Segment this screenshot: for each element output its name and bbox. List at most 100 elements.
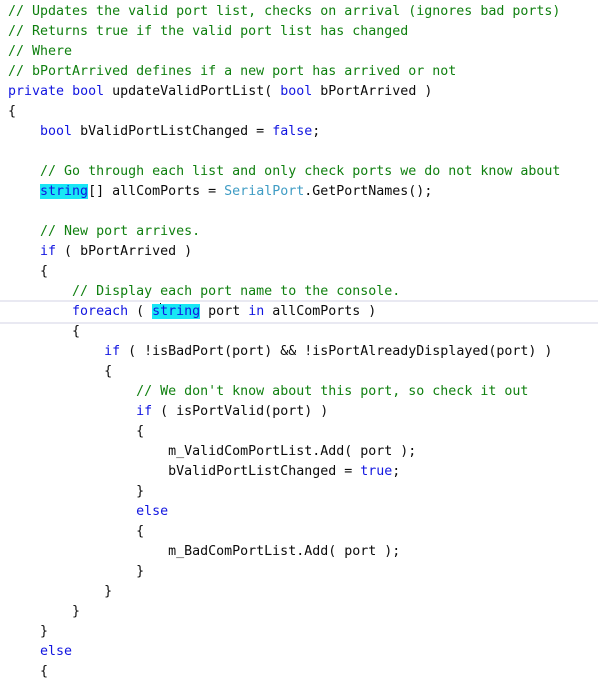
code-text: .GetPortNames(); bbox=[304, 184, 433, 199]
code-comment: // Returns true if the valid port list h… bbox=[8, 24, 409, 39]
code-text-area[interactable]: // Updates the valid port list, checks o… bbox=[0, 0, 598, 682]
code-line[interactable]: // Display each port name to the console… bbox=[0, 282, 598, 302]
code-line[interactable]: // bPortArrived defines if a new port ha… bbox=[0, 62, 598, 82]
code-keyword: bool bbox=[280, 84, 313, 99]
code-comment: // Display each port name to the console… bbox=[72, 284, 401, 299]
code-line[interactable] bbox=[0, 202, 598, 222]
code-text: updateValidPortList( bbox=[104, 84, 281, 99]
code-line[interactable]: // We don't know about this port, so che… bbox=[0, 382, 598, 402]
code-keyword: bool bbox=[40, 124, 73, 139]
code-text: ( !isBadPort(port) && !isPortAlreadyDisp… bbox=[120, 344, 553, 359]
code-keyword: else bbox=[40, 644, 73, 659]
code-text: m_BadComPortList.Add( port ); bbox=[8, 544, 401, 559]
code-comment: // Go through each list and only check p… bbox=[40, 164, 561, 179]
code-text: bPortArrived ) bbox=[312, 84, 433, 99]
code-line[interactable]: { bbox=[0, 422, 598, 442]
code-text: m_ValidComPortList.Add( port ); bbox=[8, 444, 417, 459]
code-line[interactable]: } bbox=[0, 562, 598, 582]
code-line[interactable]: if ( !isBadPort(port) && !isPortAlreadyD… bbox=[0, 342, 598, 362]
code-line[interactable]: // Go through each list and only check p… bbox=[0, 162, 598, 182]
code-text: { bbox=[8, 364, 113, 379]
code-line[interactable]: if ( bPortArrived ) bbox=[0, 242, 598, 262]
code-text: { bbox=[8, 524, 145, 539]
code-text: ( bPortArrived ) bbox=[56, 244, 193, 259]
code-type-name: SerialPort bbox=[224, 184, 305, 199]
code-text: ; bbox=[392, 464, 401, 479]
code-keyword: true bbox=[360, 464, 393, 479]
code-text: { bbox=[8, 324, 81, 339]
code-line[interactable]: { bbox=[0, 322, 598, 342]
code-line[interactable]: bool bValidPortListChanged = false; bbox=[0, 122, 598, 142]
code-text: } bbox=[8, 604, 81, 619]
code-keyword: false bbox=[272, 124, 313, 139]
code-text: allComPorts ) bbox=[264, 304, 377, 319]
code-text: port bbox=[200, 304, 249, 319]
code-comment: // New port arrives. bbox=[40, 224, 201, 239]
code-text: } bbox=[8, 484, 145, 499]
code-line[interactable]: m_BadComPortList.Add( port ); bbox=[0, 542, 598, 562]
code-line[interactable]: { bbox=[0, 522, 598, 542]
code-text: { bbox=[8, 424, 145, 439]
code-line[interactable]: if ( isPortValid(port) ) bbox=[0, 402, 598, 422]
code-line[interactable]: { bbox=[0, 362, 598, 382]
code-keyword: if bbox=[104, 344, 121, 359]
code-line[interactable]: private bool updateValidPortList( bool b… bbox=[0, 82, 598, 102]
selection-highlight: tring bbox=[160, 304, 201, 319]
code-line[interactable]: } bbox=[0, 582, 598, 602]
code-line[interactable]: string[] allComPorts = SerialPort.GetPor… bbox=[0, 182, 598, 202]
code-keyword: if bbox=[40, 244, 57, 259]
code-line[interactable]: else bbox=[0, 502, 598, 522]
code-line[interactable]: { bbox=[0, 102, 598, 122]
code-text: { bbox=[8, 264, 49, 279]
code-text: { bbox=[8, 664, 49, 679]
code-text: } bbox=[8, 564, 145, 579]
code-line-current[interactable]: foreach ( string port in allComPorts ) bbox=[0, 300, 598, 324]
code-keyword: if bbox=[136, 404, 153, 419]
code-keyword: bool bbox=[72, 84, 105, 99]
code-text: bValidPortListChanged = bbox=[72, 124, 273, 139]
code-comment: // We don't know about this port, so che… bbox=[136, 384, 529, 399]
code-keyword: foreach bbox=[72, 304, 129, 319]
code-editor[interactable]: // Updates the valid port list, checks o… bbox=[0, 0, 598, 684]
code-line[interactable]: else bbox=[0, 642, 598, 662]
code-text: } bbox=[8, 624, 49, 639]
code-comment: // Updates the valid port list, checks o… bbox=[8, 4, 561, 19]
code-text: ; bbox=[312, 124, 321, 139]
code-line[interactable]: } bbox=[0, 622, 598, 642]
code-text: ( isPortValid(port) ) bbox=[152, 404, 329, 419]
code-line[interactable]: } bbox=[0, 602, 598, 622]
code-keyword: private bbox=[8, 84, 65, 99]
code-comment: // bPortArrived defines if a new port ha… bbox=[8, 64, 457, 79]
code-line[interactable]: m_ValidComPortList.Add( port ); bbox=[0, 442, 598, 462]
code-line[interactable]: // New port arrives. bbox=[0, 222, 598, 242]
code-text: ( bbox=[128, 304, 153, 319]
code-keyword: in bbox=[248, 304, 265, 319]
code-line[interactable]: } bbox=[0, 482, 598, 502]
code-line[interactable]: bValidPortListChanged = true; bbox=[0, 462, 598, 482]
code-line[interactable] bbox=[0, 142, 598, 162]
code-text: bValidPortListChanged = bbox=[8, 464, 361, 479]
code-line[interactable]: // Where bbox=[0, 42, 598, 62]
code-line[interactable]: // Updates the valid port list, checks o… bbox=[0, 2, 598, 22]
code-line[interactable]: // Returns true if the valid port list h… bbox=[0, 22, 598, 42]
code-text: } bbox=[8, 584, 113, 599]
selection-highlight: string bbox=[40, 184, 89, 199]
code-comment: // Where bbox=[8, 44, 73, 59]
code-line[interactable]: { bbox=[0, 262, 598, 282]
code-text: { bbox=[8, 104, 17, 119]
code-line[interactable]: { bbox=[0, 662, 598, 682]
code-text: [] allComPorts = bbox=[88, 184, 225, 199]
